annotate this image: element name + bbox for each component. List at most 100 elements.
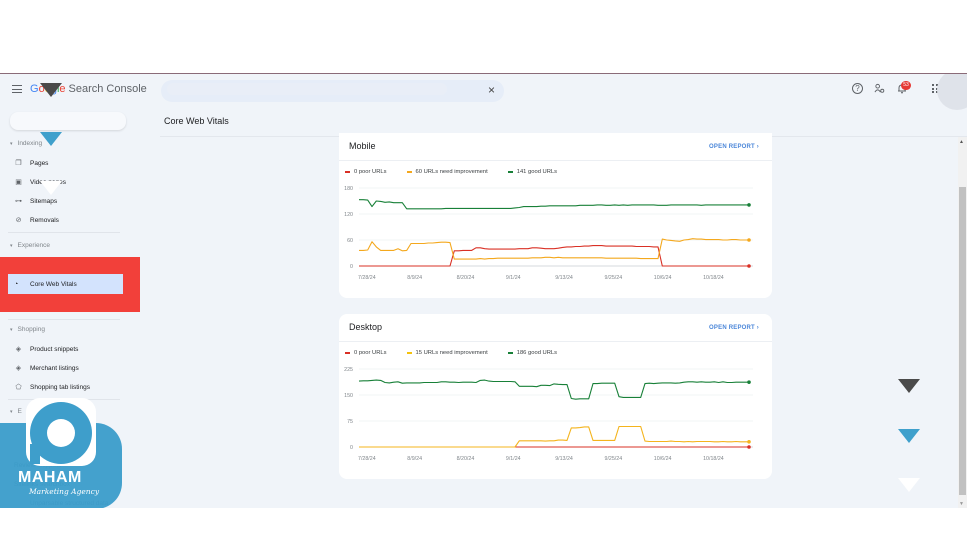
legend-poor[interactable]: 0 poor URLs — [345, 169, 387, 175]
y-tick-label: 0 — [350, 264, 353, 270]
caret-down-icon: ▾ — [10, 243, 13, 249]
top-bar: Google Search Console × ? 53 — [0, 74, 967, 110]
caret-down-icon: ▾ — [10, 409, 13, 415]
card-title: Mobile — [349, 141, 376, 151]
section-label: Indexing — [17, 140, 43, 147]
sidebar-item-label: Product snippets — [30, 345, 79, 353]
sidebar-item-sitemaps[interactable]: ⊶ Sitemaps — [14, 195, 57, 207]
legend-swatch — [406, 352, 412, 354]
series-line-good[interactable] — [359, 199, 749, 210]
header-actions: ? 53 — [827, 74, 967, 110]
series-end-point[interactable] — [747, 380, 751, 384]
chart-legend: 0 poor URLs 60 URLs need improvement 141… — [345, 169, 577, 175]
sidebar-item-pages[interactable]: ❐ Pages — [14, 157, 48, 169]
y-tick-label: 0 — [350, 445, 353, 451]
y-tick-label: 150 — [344, 393, 353, 399]
decorative-triangle-icon — [898, 429, 920, 443]
scroll-up-arrow-icon[interactable]: ▲ — [959, 139, 964, 145]
sidebar-item-product-snippets[interactable]: ◈ Product snippets — [14, 343, 79, 355]
sidebar-item-removals[interactable]: ⊘ Removals — [14, 214, 59, 226]
chat-bubble-tail — [30, 444, 40, 464]
open-report-link[interactable]: OPEN REPORT › — [709, 325, 759, 331]
series-line-poor[interactable] — [359, 245, 749, 267]
x-tick-label: 9/1/24 — [506, 275, 521, 281]
page-scrollbar[interactable]: ▲ ▼ — [958, 137, 967, 508]
x-tick-label: 9/13/24 — [555, 456, 573, 462]
section-label: Shopping — [17, 326, 45, 333]
section-enhancements[interactable]: ▾ E — [10, 408, 22, 415]
series-line-good[interactable] — [358, 379, 749, 400]
x-tick-label: 8/20/24 — [457, 456, 475, 462]
scroll-thumb[interactable] — [959, 187, 966, 495]
gauge-icon: ◔ — [14, 280, 19, 288]
sidebar-item-merchant-listings[interactable]: ◈ Merchant listings — [14, 362, 79, 374]
legend-good[interactable]: 186 good URLs — [507, 350, 558, 356]
series-end-point[interactable] — [747, 264, 751, 268]
diamond-layers-icon: ◈ — [15, 346, 22, 353]
sidebar-item-label: Sitemaps — [30, 197, 58, 205]
chevron-right-icon: › — [756, 144, 759, 150]
x-tick-label: 10/6/24 — [654, 275, 672, 281]
manage-users-icon[interactable] — [874, 83, 885, 97]
menu-icon[interactable] — [12, 85, 22, 93]
sidebar-item-core-web-vitals[interactable]: ◔ Core Web Vitals — [8, 274, 123, 294]
removals-icon: ⊘ — [15, 217, 22, 224]
search-query-blurred — [167, 83, 447, 95]
mobile-line-chart: 0 60 120 180 7/28/24 8/9/24 8/20/24 9/1/24 9/13/… — [344, 186, 753, 281]
sidebar-divider — [8, 319, 120, 320]
diamond-layers-icon: ◈ — [15, 365, 22, 372]
chevron-right-icon: › — [756, 325, 759, 331]
help-icon[interactable]: ? — [852, 83, 863, 94]
section-indexing[interactable]: ▾ Indexing — [10, 140, 42, 147]
decorative-triangle-icon — [40, 132, 62, 146]
video-pages-icon: ▣ — [15, 179, 22, 186]
decorative-triangle-icon — [40, 83, 62, 97]
account-avatar[interactable] — [937, 74, 967, 110]
x-tick-label: 7/28/24 — [358, 275, 376, 281]
decorative-triangle-icon — [898, 379, 920, 393]
series-line-needs-improvement[interactable] — [359, 425, 749, 448]
search-input[interactable]: × — [161, 80, 504, 102]
sidebar-item-label: Shopping tab listings — [30, 383, 90, 391]
series-end-point[interactable] — [747, 440, 751, 444]
sidebar-item-label: Removals — [30, 216, 59, 224]
clear-search-icon[interactable]: × — [488, 83, 495, 97]
series-end-point[interactable] — [747, 445, 751, 449]
scroll-down-arrow-icon[interactable]: ▼ — [959, 501, 964, 507]
legend-poor[interactable]: 0 poor URLs — [345, 350, 387, 356]
legend-swatch — [345, 171, 350, 173]
legend-needs-improvement[interactable]: 15 URLs need improvement — [406, 350, 488, 356]
x-tick-label: 10/18/24 — [703, 456, 724, 462]
y-tick-label: 120 — [344, 212, 353, 218]
legend-label: 15 URLs need improvement — [415, 350, 488, 356]
section-experience[interactable]: ▾ Experience — [10, 242, 50, 249]
legend-label: 0 poor URLs — [354, 169, 387, 175]
sitemaps-icon: ⊶ — [15, 198, 22, 205]
series-end-point[interactable] — [747, 238, 751, 242]
legend-label: 60 URLs need improvement — [415, 169, 488, 175]
legend-label: 186 good URLs — [516, 350, 558, 356]
x-tick-label: 8/9/24 — [407, 275, 422, 281]
open-report-link[interactable]: OPEN REPORT › — [709, 144, 759, 150]
legend-needs-improvement[interactable]: 60 URLs need improvement — [406, 169, 488, 175]
legend-swatch — [507, 352, 513, 354]
product-name: Search Console — [68, 83, 147, 95]
section-shopping[interactable]: ▾ Shopping — [10, 326, 45, 333]
chat-bubble-hole — [47, 419, 75, 447]
y-tick-label: 75 — [347, 419, 353, 425]
sidebar-item-shopping-tab-listings[interactable]: ⬠ Shopping tab listings — [14, 381, 90, 393]
sidebar-item-label: Pages — [30, 159, 49, 167]
sidebar-item-label: Core Web Vitals — [30, 280, 77, 288]
x-tick-label: 10/6/24 — [654, 456, 672, 462]
legend-swatch — [345, 352, 350, 354]
watermark-tagline: Marketing Agency — [29, 487, 100, 496]
x-tick-label: 10/18/24 — [703, 275, 724, 281]
card-header: Desktop OPEN REPORT › — [339, 314, 772, 342]
decorative-triangle-icon — [898, 478, 920, 492]
property-selector[interactable] — [10, 112, 126, 130]
caret-down-icon: ▾ — [10, 141, 13, 147]
search-console-app: Google Search Console × ? 53 ▾ Indexing ❐ P… — [0, 73, 967, 508]
desktop-line-chart: 0 75 150 225 7/28/24 8/9/24 8/20/24 9/1/24 9/13/… — [344, 367, 753, 462]
series-end-point[interactable] — [747, 203, 751, 207]
legend-good[interactable]: 141 good URLs — [507, 169, 557, 175]
